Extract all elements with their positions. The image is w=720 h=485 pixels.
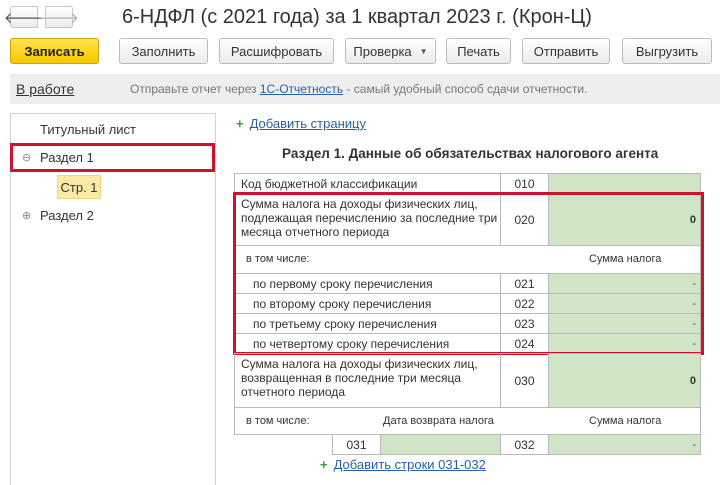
plus-icon: + [320,457,328,472]
expand-icon[interactable]: ⊕ [22,209,31,222]
tree-item-title-page[interactable]: Титульный лист [40,122,136,137]
status-bar: В работе Отправьте отчет через 1С-Отчетн… [10,74,720,104]
code-031: 031 [332,434,381,455]
kbk-label: Код бюджетной классификации [234,173,501,194]
including-label-2: в том числе: [246,415,310,427]
code-032: 032 [500,434,549,455]
send-button[interactable]: Отправить [522,38,610,64]
add-page-label: Добавить страницу [249,116,366,131]
check-dropdown-button[interactable]: Проверка ▼ [345,38,436,64]
check-button-label: Проверка [353,43,412,59]
save-button[interactable]: Записать [10,38,99,64]
decode-button[interactable]: Расшифровать [219,38,334,64]
export-button[interactable]: Выгрузить [622,38,712,64]
including-header-row-2: в том числе: Дата возврата налога Сумма … [234,407,701,435]
kbk-field[interactable] [548,173,701,194]
forward-arrow-icon[interactable]: 🡒 [39,6,79,28]
return-date-field[interactable] [380,434,501,455]
tax-sum-header-2: Сумма налога [589,415,662,427]
chevron-down-icon: ▼ [419,46,428,56]
tax-030-field[interactable]: 0 [548,353,701,408]
plus-icon: + [236,116,244,131]
tree-item-page-1[interactable]: Стр. 1 [57,175,101,199]
status-link[interactable]: В работе [16,81,74,97]
return-date-header: Дата возврата налога [383,415,494,427]
reporting-service-link[interactable]: 1С-Отчетность [260,82,343,96]
code-010: 010 [500,173,549,194]
add-rows-link[interactable]: + Добавить строки 031-032 [320,457,486,472]
section-1-highlight [10,143,215,172]
rows-020-024-highlight [233,192,704,355]
print-button[interactable]: Печать [446,38,511,64]
returned-sum-field[interactable]: - [548,434,701,455]
fill-button[interactable]: Заполнить [119,38,208,64]
status-message: Отправьте отчет через 1С-Отчетность - са… [130,82,587,96]
tax-030-label: Сумма налога на доходы физических лиц, в… [234,353,501,408]
back-arrow-icon[interactable]: 🡐 [4,6,44,28]
title-bar: 🡐 🡒 6-НДФЛ (с 2021 года) за 1 квартал 20… [0,0,720,36]
status-prefix: Отправьте отчет через [130,82,257,96]
window-title: 6-НДФЛ (с 2021 года) за 1 квартал 2023 г… [122,6,592,28]
section-title: Раздел 1. Данные об обязательствах налог… [282,146,659,161]
tree-item-section-2[interactable]: Раздел 2 [40,208,94,223]
add-page-link[interactable]: + Добавить страницу [236,116,366,131]
status-suffix: - самый удобный способ сдачи отчетности. [346,82,588,96]
code-030: 030 [500,353,549,408]
add-rows-label: Добавить строки 031-032 [333,457,486,472]
